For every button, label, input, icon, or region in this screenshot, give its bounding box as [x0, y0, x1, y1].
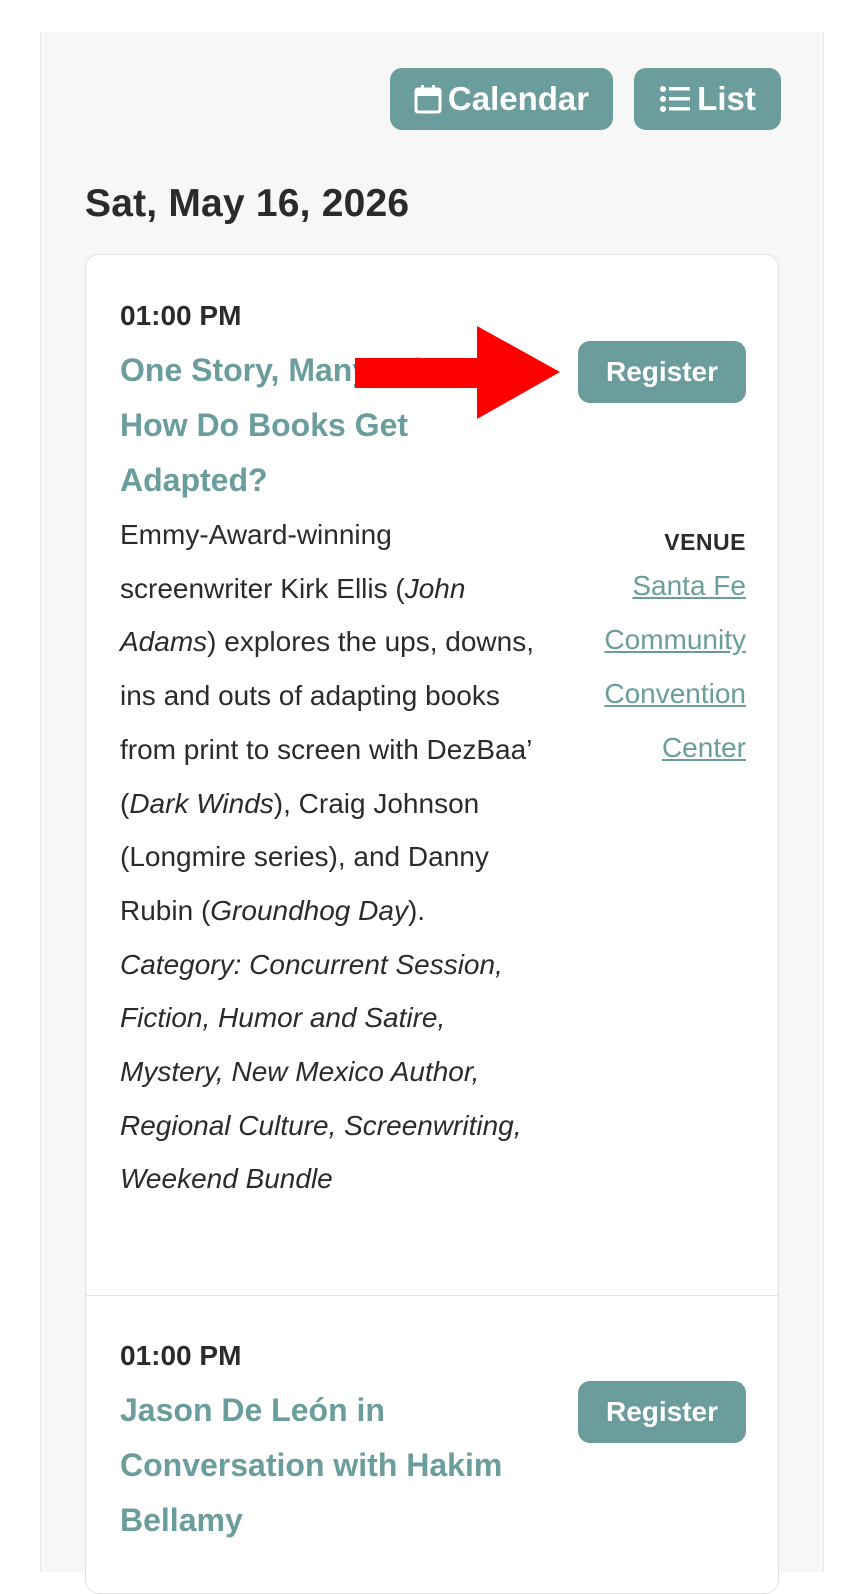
list-view-button[interactable]: List [634, 68, 781, 130]
calendar-icon [414, 84, 442, 114]
red-arrow-pointer-icon [355, 326, 560, 419]
calendar-button-label: Calendar [447, 80, 590, 117]
event-categories: Category: Concurrent Session, Fiction, H… [120, 948, 522, 1195]
description-italic: Dark Winds [129, 787, 274, 819]
events-panel: Calendar List Sat, May 16, 2026 01:00 PM… [40, 32, 824, 1594]
calendar-view-button[interactable]: Calendar [390, 68, 613, 130]
register-button[interactable]: Register [578, 1381, 746, 1443]
event-description: Emmy-Award-winning screenwriter Kirk Ell… [120, 508, 540, 938]
venue-link[interactable]: Santa Fe Community Convention Center [576, 559, 746, 775]
event-time: 01:00 PM [120, 1340, 242, 1371]
event-divider [86, 1295, 778, 1296]
event-item: 01:00 PM One Story, Many Tales: How Do B… [120, 299, 746, 1206]
register-button[interactable]: Register [578, 341, 746, 403]
event-venue: VENUE Santa Fe Community Convention Cent… [576, 525, 746, 775]
description-text: Emmy-Award-winning screenwriter Kirk Ell… [120, 519, 405, 604]
venue-label: VENUE [664, 529, 746, 555]
description-italic: Groundhog Day [210, 894, 408, 926]
event-item: 01:00 PM Jason De León in Conversation w… [120, 1339, 746, 1548]
description-text: ). [407, 894, 426, 926]
date-heading: Sat, May 16, 2026 [85, 182, 410, 225]
events-card: 01:00 PM One Story, Many Tales: How Do B… [85, 254, 779, 1594]
list-icon [659, 85, 691, 113]
event-title-link[interactable]: Jason De León in Conversation with Hakim… [120, 1383, 530, 1548]
list-button-label: List [697, 80, 756, 117]
